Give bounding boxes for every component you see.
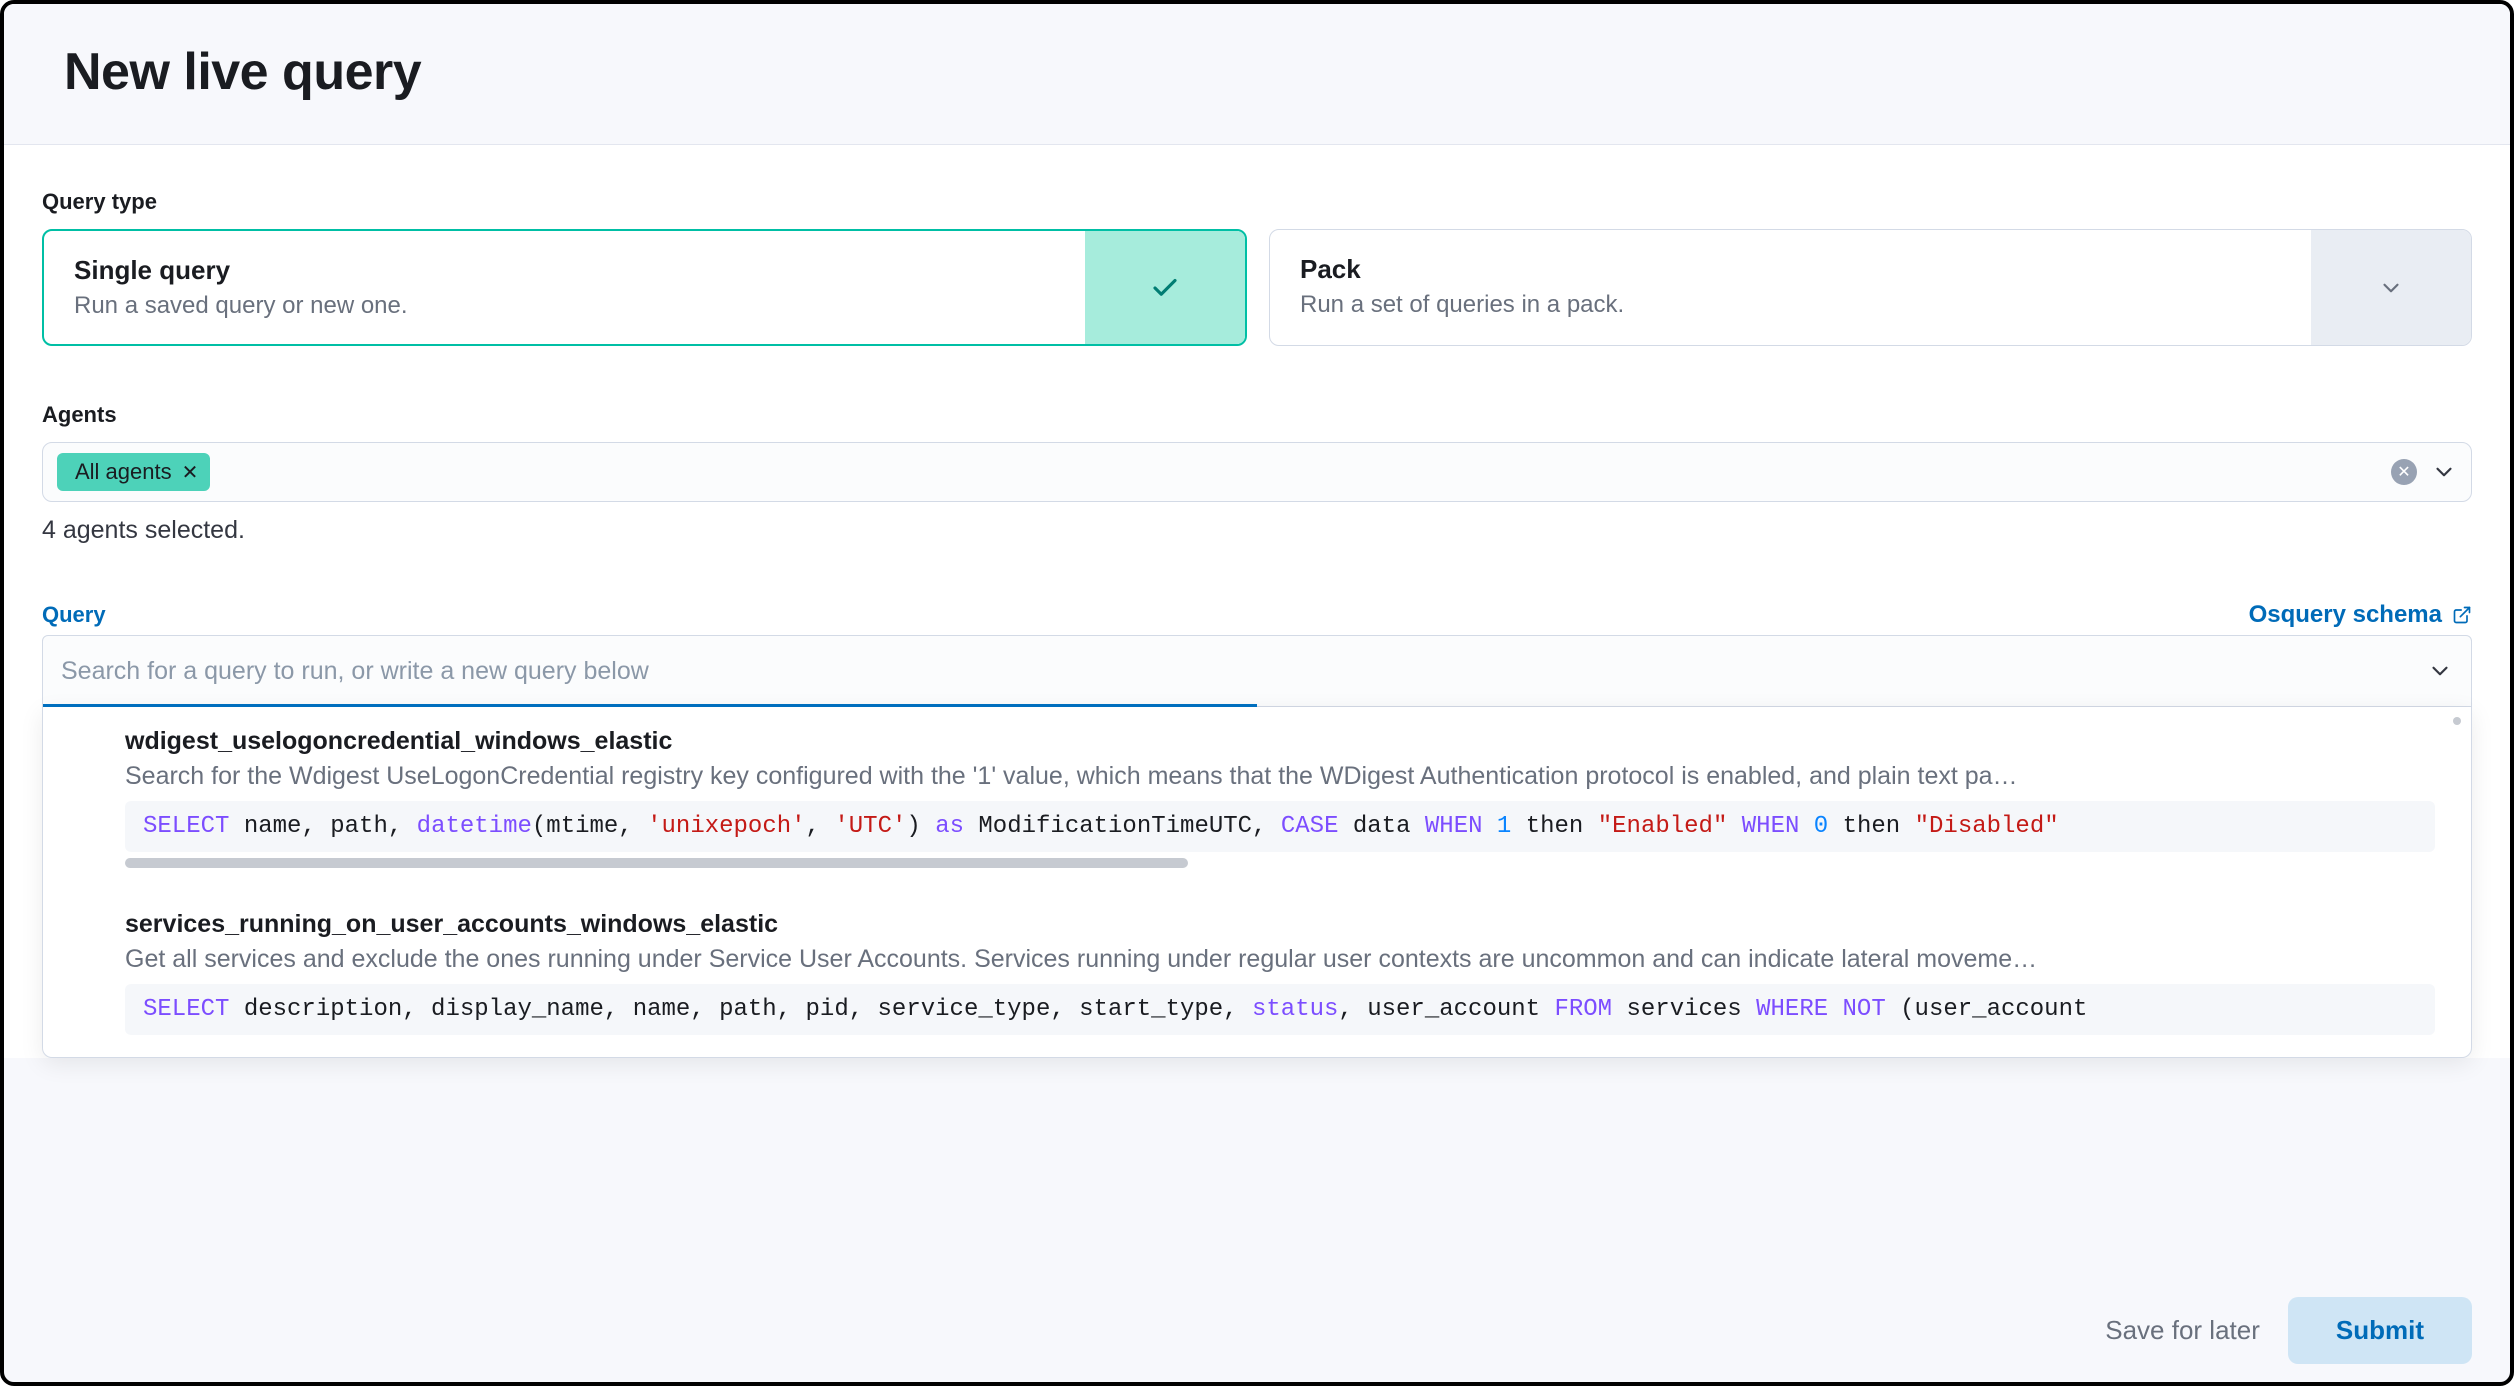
agents-label: Agents (42, 402, 2472, 428)
card-title: Single query (74, 255, 1055, 286)
query-type-options: Single query Run a saved query or new on… (42, 229, 2472, 346)
card-desc: Run a set of queries in a pack. (1300, 291, 2281, 319)
query-search-box[interactable] (42, 635, 2472, 707)
osquery-schema-link[interactable]: Osquery schema (2249, 601, 2472, 629)
external-link-icon (2452, 605, 2472, 625)
agents-helper-text: 4 agents selected. (42, 516, 2472, 545)
card-desc: Run a saved query or new one. (74, 292, 1055, 320)
query-type-label: Query type (42, 189, 2472, 215)
query-suggestion-item[interactable]: wdigest_uselogoncredential_windows_elast… (43, 707, 2471, 890)
suggestion-title: wdigest_uselogoncredential_windows_elast… (125, 727, 2435, 756)
query-type-single[interactable]: Single query Run a saved query or new on… (42, 229, 1247, 346)
card-title: Pack (1300, 254, 2281, 285)
agents-combobox[interactable]: All agents ✕ ✕ (42, 442, 2472, 502)
query-search-input[interactable] (61, 657, 2427, 686)
query-suggestions-dropdown: wdigest_uselogoncredential_windows_elast… (42, 707, 2472, 1058)
chevron-down-icon[interactable] (2431, 459, 2457, 485)
save-for-later-button[interactable]: Save for later (2105, 1315, 2260, 1346)
suggestion-title: services_running_on_user_accounts_window… (125, 910, 2435, 939)
expand-indicator (2311, 230, 2471, 345)
agent-pill-label: All agents (75, 459, 172, 485)
remove-pill-icon[interactable]: ✕ (182, 460, 199, 485)
check-icon (1150, 273, 1180, 303)
chevron-down-icon (2378, 275, 2404, 301)
clear-all-icon[interactable]: ✕ (2391, 459, 2417, 485)
suggestion-sql: SELECT description, display_name, name, … (125, 984, 2435, 1035)
suggestion-description: Get all services and exclude the ones ru… (125, 945, 2435, 974)
suggestion-sql: SELECT name, path, datetime(mtime, 'unix… (125, 801, 2435, 852)
footer-actions: Save for later Submit (2105, 1297, 2472, 1364)
suggestion-description: Search for the Wdigest UseLogonCredentia… (125, 762, 2435, 791)
horizontal-scrollbar[interactable] (125, 858, 1188, 868)
query-type-pack[interactable]: Pack Run a set of queries in a pack. (1269, 229, 2472, 346)
page-title: New live query (64, 42, 2450, 102)
agent-pill[interactable]: All agents ✕ (57, 453, 210, 491)
chevron-down-icon[interactable] (2427, 658, 2453, 684)
query-label: Query (42, 602, 106, 628)
query-suggestion-item[interactable]: services_running_on_user_accounts_window… (43, 890, 2471, 1057)
page-header: New live query (4, 4, 2510, 145)
selected-indicator (1085, 231, 1245, 344)
submit-button[interactable]: Submit (2288, 1297, 2472, 1364)
